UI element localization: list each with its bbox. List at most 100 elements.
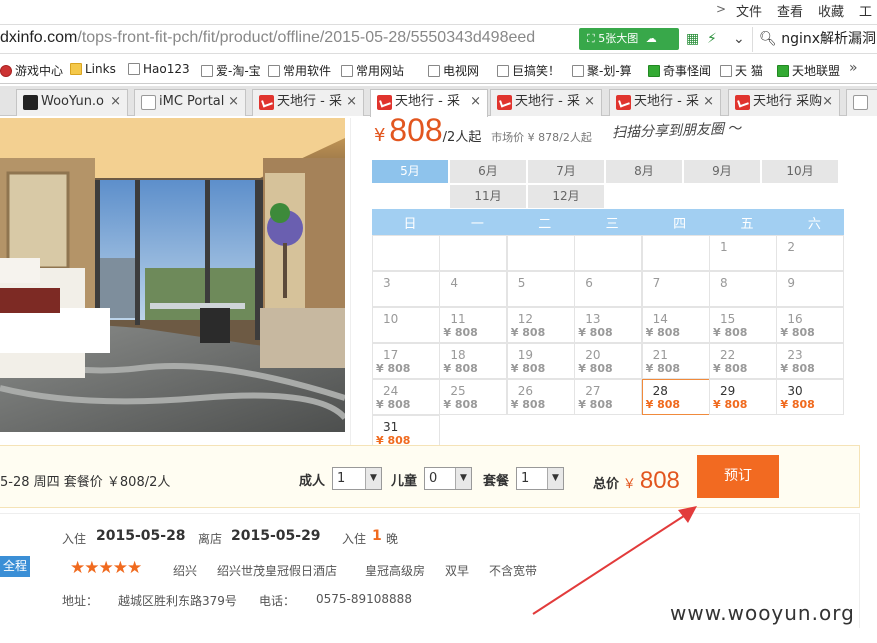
- browser-tab[interactable]: 天地行 - 采 ×: [609, 89, 721, 116]
- calendar-day[interactable]: 16 ¥ 808: [776, 307, 845, 343]
- checkout-label: 离店: [198, 532, 223, 546]
- tab-label: 天地行 - 采: [395, 94, 460, 109]
- month-tab[interactable]: 12月: [528, 185, 604, 208]
- day-number: 14: [652, 312, 668, 326]
- month-tab[interactable]: 8月: [606, 160, 682, 183]
- calendar-day[interactable]: 14 ¥ 808: [641, 307, 710, 343]
- calendar-day[interactable]: 28 ¥ 808: [641, 379, 710, 415]
- close-icon[interactable]: ×: [822, 90, 833, 114]
- phone-label: 电话：: [259, 594, 296, 608]
- bookmark-item[interactable]: 奇事怪闻: [648, 62, 711, 79]
- search-input[interactable]: 🔍︎ nginx解析漏洞: [752, 27, 877, 52]
- address-label: 地址：: [62, 594, 99, 608]
- bookmark-item[interactable]: 天 猫: [720, 62, 763, 79]
- book-button[interactable]: 预订: [697, 455, 779, 498]
- calendar-day: [641, 235, 710, 271]
- browser-tab[interactable]: [846, 89, 877, 116]
- bookmark-item[interactable]: 爱-淘-宝: [201, 62, 261, 79]
- calendar-day[interactable]: 23 ¥ 808: [776, 343, 845, 379]
- browser-tab[interactable]: 天地行 - 采 ×: [252, 89, 364, 116]
- month-tab[interactable]: 9月: [684, 160, 760, 183]
- bookmark-item[interactable]: 聚-划-算: [572, 62, 632, 79]
- broadband: 不含宽带: [489, 564, 538, 578]
- dropdown-arrow-icon: ▼: [365, 468, 381, 489]
- tab-favicon-icon: [377, 95, 392, 110]
- qr-icon[interactable]: ▦: [686, 31, 699, 47]
- phone: 0575-89108888: [316, 592, 412, 606]
- calendar-day: [372, 235, 440, 271]
- url-field[interactable]: dxinfo.com/tops-front-fit-pch/fit/produc…: [0, 29, 576, 47]
- day-price: ¥ 808: [443, 362, 478, 375]
- month-tab[interactable]: 10月: [762, 160, 838, 183]
- calendar-header: 日一二三四五六: [372, 209, 844, 235]
- calendar-day[interactable]: 17 ¥ 808: [372, 343, 440, 379]
- lightning-icon[interactable]: ⚡: [707, 31, 717, 47]
- bookmark-icon: [497, 65, 509, 77]
- adult-select[interactable]: 1 ▼: [332, 467, 382, 490]
- bookmark-icon: [0, 65, 12, 77]
- browser-tab[interactable]: iMC Portal ×: [134, 89, 246, 116]
- bookmark-item[interactable]: 常用软件: [268, 62, 331, 79]
- bookmark-label: Links: [85, 62, 116, 76]
- calendar-day[interactable]: 12 ¥ 808: [506, 307, 575, 343]
- menu-file[interactable]: 文件: [736, 1, 762, 20]
- day-number: 27: [585, 384, 601, 398]
- close-icon[interactable]: ×: [584, 90, 595, 114]
- calendar-day[interactable]: 25 ¥ 808: [439, 379, 508, 415]
- browser-tab[interactable]: WooYun.o ×: [16, 89, 128, 116]
- weekday-label: 四: [673, 217, 687, 232]
- package-select[interactable]: 1 ▼: [516, 467, 564, 490]
- calendar-day[interactable]: 15 ¥ 808: [709, 307, 777, 343]
- day-price: ¥ 808: [578, 398, 613, 411]
- bookmark-item[interactable]: 常用网站: [341, 62, 404, 79]
- child-select[interactable]: 0 ▼: [424, 467, 472, 490]
- day-number: 13: [585, 312, 601, 326]
- bookmark-item[interactable]: 电视网: [428, 62, 479, 79]
- chevron-down-icon[interactable]: ⌄: [733, 31, 745, 47]
- close-icon[interactable]: ×: [346, 90, 357, 114]
- calendar-day[interactable]: 19 ¥ 808: [506, 343, 575, 379]
- day-number: 1: [720, 240, 728, 254]
- calendar-day[interactable]: 30 ¥ 808: [776, 379, 845, 415]
- url-path: /tops-front-fit-pch/fit/product/offline/…: [77, 29, 536, 46]
- bookmark-label: 天 猫: [735, 64, 763, 78]
- badge: 全程: [0, 556, 30, 577]
- calendar-day[interactable]: 27 ¥ 808: [574, 379, 643, 415]
- chevron-right-icon[interactable]: >: [716, 2, 726, 16]
- close-icon[interactable]: ×: [228, 90, 239, 114]
- day-price: ¥ 808: [376, 362, 411, 375]
- calendar-day[interactable]: 26 ¥ 808: [506, 379, 575, 415]
- close-icon[interactable]: ×: [703, 90, 714, 114]
- close-icon[interactable]: ×: [110, 90, 121, 114]
- calendar-day[interactable]: 29 ¥ 808: [709, 379, 777, 415]
- calendar-day[interactable]: 24 ¥ 808: [372, 379, 440, 415]
- bookmark-item[interactable]: Hao123: [128, 62, 190, 76]
- tab-label: 天地行 - 采: [515, 94, 580, 109]
- bookmark-item[interactable]: 巨搞笑！: [497, 62, 560, 79]
- calendar-day[interactable]: 13 ¥ 808: [574, 307, 643, 343]
- calendar-day[interactable]: 20 ¥ 808: [574, 343, 643, 379]
- close-icon[interactable]: ×: [470, 90, 481, 114]
- month-tab[interactable]: 7月: [528, 160, 604, 183]
- calendar-day[interactable]: 11 ¥ 808: [439, 307, 508, 343]
- star-rating: ★★★★★: [70, 558, 142, 578]
- tab-label: iMC Portal: [159, 94, 225, 109]
- calendar-day[interactable]: 22 ¥ 808: [709, 343, 777, 379]
- month-tab[interactable]: 11月: [450, 185, 526, 208]
- month-tab[interactable]: 5月: [372, 160, 448, 183]
- tab-label: 天地行 采购: [753, 94, 823, 109]
- month-tab[interactable]: 6月: [450, 160, 526, 183]
- bookmark-item[interactable]: 天地联盟: [777, 62, 840, 79]
- menu-view[interactable]: 查看: [777, 1, 803, 20]
- calendar-day[interactable]: 18 ¥ 808: [439, 343, 508, 379]
- weekday-label: 一: [470, 217, 484, 232]
- tab-favicon-icon: [23, 95, 38, 110]
- more-bookmarks-icon[interactable]: »: [849, 60, 858, 76]
- calendar-day[interactable]: 21 ¥ 808: [641, 343, 710, 379]
- browser-tab[interactable]: 天地行 - 采 ×: [370, 89, 488, 117]
- menu-favorites[interactable]: 收藏: [818, 1, 844, 20]
- bookmark-item[interactable]: Links: [70, 62, 116, 76]
- bookmark-item[interactable]: 游戏中心: [0, 62, 63, 79]
- image-count-button[interactable]: ⛶ 5张大图 ☁: [579, 28, 679, 50]
- browser-tab[interactable]: 天地行 采购 ×: [728, 89, 840, 116]
